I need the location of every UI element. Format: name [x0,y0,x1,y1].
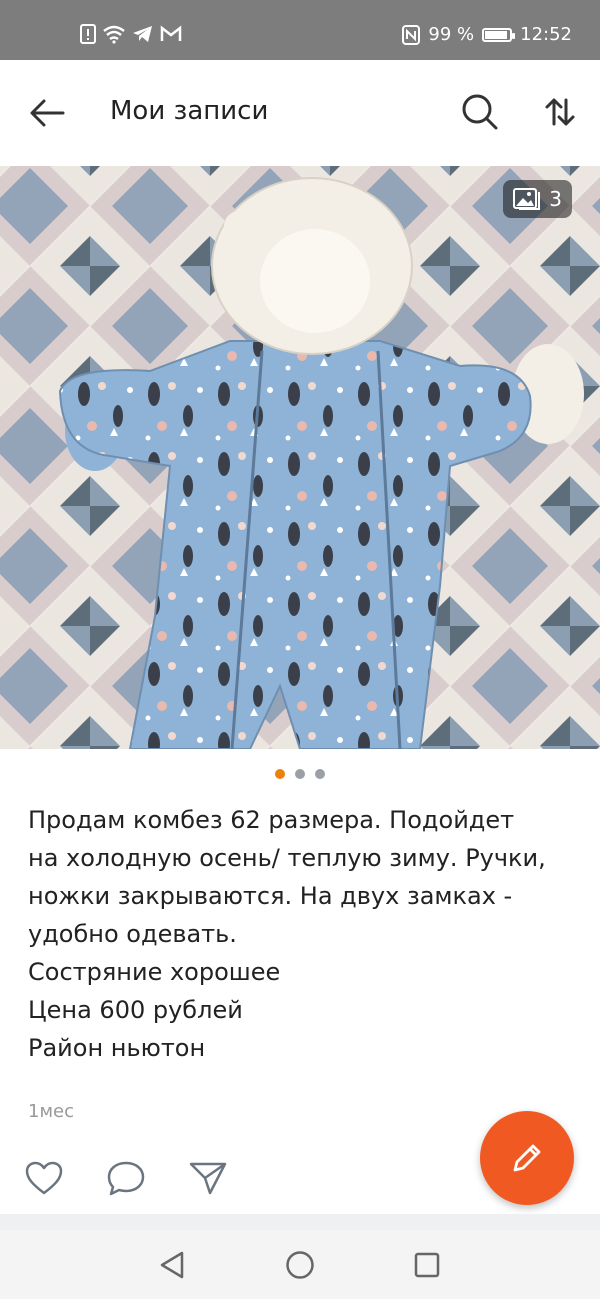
photo-count-badge: 3 [503,180,572,218]
post-actions [20,1155,232,1201]
post-time: 1мес [28,1101,75,1122]
wifi-icon [103,25,125,44]
carousel-dot [275,769,285,779]
like-button[interactable] [20,1155,68,1201]
divider [0,1214,600,1230]
status-icons-left [80,24,182,44]
page-title: Мои записи [110,96,269,126]
photo-count: 3 [549,187,562,211]
gmail-icon [160,25,182,41]
pencil-icon [513,1144,541,1172]
gallery-icon [513,188,541,210]
baby-snowsuit-image [0,166,600,749]
comment-icon [107,1161,145,1196]
status-bar: 99 % 12:52 [0,0,600,60]
alert-icon [80,24,96,44]
system-nav-bar [0,1230,600,1299]
battery-fill [485,30,508,39]
status-icons-right: 99 % 12:52 [402,24,572,45]
back-triangle-icon [160,1251,184,1279]
sort-button[interactable] [540,92,580,132]
heart-icon [25,1161,63,1195]
search-button[interactable] [460,92,500,132]
carousel-indicator [0,769,600,779]
carousel-dot [295,769,305,779]
post-text: Продам комбез 62 размера. Подойдет на хо… [28,806,546,1062]
nav-recents-button[interactable] [410,1248,444,1282]
sort-arrows-icon [545,98,575,126]
post-photo[interactable] [0,166,600,749]
edit-fab-button[interactable] [480,1111,574,1205]
back-button[interactable] [24,90,70,136]
app-bar: Мои записи [0,60,600,166]
search-icon [462,94,498,130]
share-button[interactable] [184,1155,232,1201]
send-icon [189,1162,227,1195]
recents-square-icon [414,1252,440,1278]
home-circle-icon [286,1251,314,1279]
battery-percent: 99 % [428,24,475,45]
nav-back-button[interactable] [155,1248,189,1282]
carousel-dot [315,769,325,779]
battery-icon [482,27,516,42]
nfc-icon [402,24,421,45]
telegram-icon [133,26,152,42]
nav-home-button[interactable] [283,1248,317,1282]
clock: 12:52 [520,24,572,45]
arrow-left-icon [30,99,65,127]
comment-button[interactable] [102,1155,150,1201]
